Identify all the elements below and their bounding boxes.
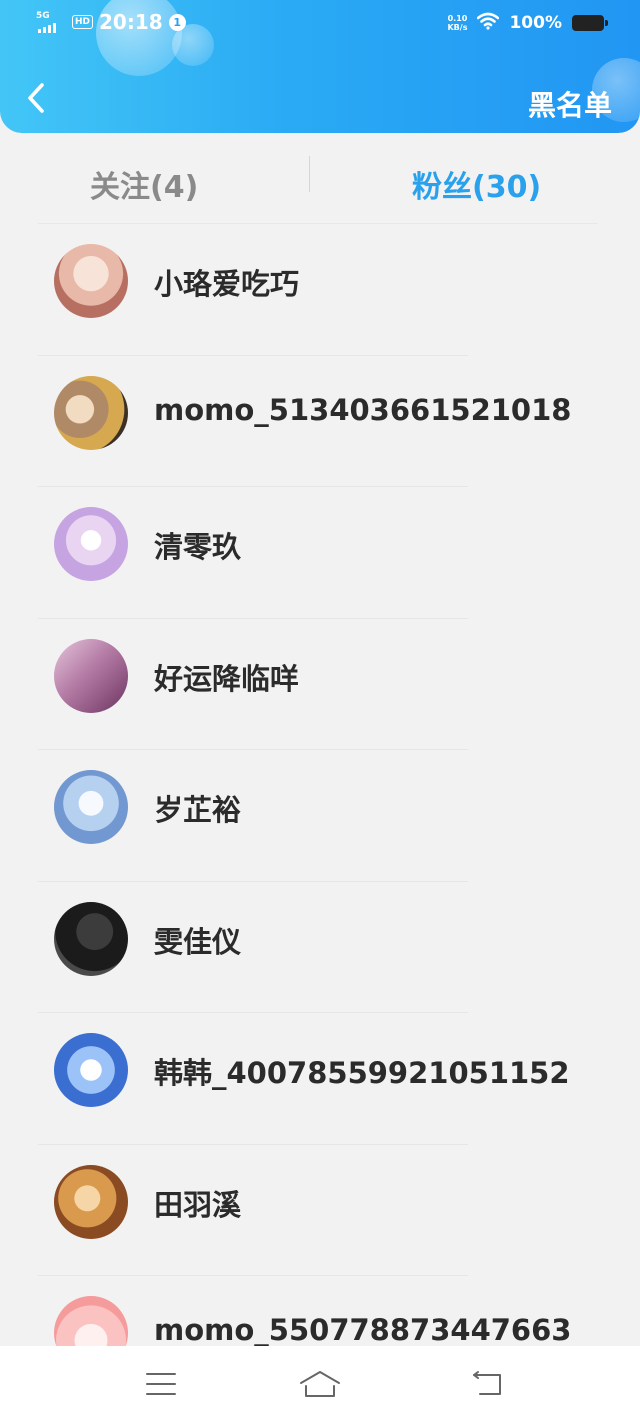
net-speed: 0.10 KB/s bbox=[447, 14, 467, 32]
user-name: momo_513403661521018 bbox=[154, 392, 572, 427]
user-name: 岁芷裕 bbox=[154, 793, 242, 827]
avatar[interactable] bbox=[54, 244, 128, 318]
avatar[interactable] bbox=[54, 638, 128, 713]
system-nav-bar bbox=[0, 1346, 640, 1422]
avatar[interactable] bbox=[54, 507, 128, 581]
avatar[interactable] bbox=[54, 1296, 128, 1346]
list-item[interactable]: 雯佳仪 bbox=[0, 882, 640, 1014]
list-item[interactable]: 韩韩_40078559921051152 bbox=[0, 1013, 640, 1145]
tab-following[interactable]: 关注(4) bbox=[90, 162, 198, 206]
recent-apps-button[interactable] bbox=[138, 1366, 184, 1402]
avatar[interactable] bbox=[54, 375, 128, 450]
avatar[interactable] bbox=[54, 901, 128, 976]
user-name: 雯佳仪 bbox=[154, 924, 242, 959]
tab-fans[interactable]: 粉丝(30) bbox=[412, 162, 541, 206]
user-name: 小珞爱吃巧 bbox=[154, 267, 300, 301]
status-bar: 5G HD 20:18 1 0.10 KB/s 100% bbox=[0, 0, 640, 50]
notification-count-badge: 1 bbox=[168, 13, 186, 31]
user-name: 韩韩_40078559921051152 bbox=[154, 1056, 570, 1090]
list-item[interactable]: 田羽溪 bbox=[0, 1145, 640, 1277]
hd-badge: HD bbox=[72, 15, 94, 29]
user-name: 好运降临咩 bbox=[154, 661, 300, 696]
menu-icon bbox=[146, 1373, 176, 1395]
signal-icon: 5G bbox=[36, 11, 66, 33]
battery-percent: 100% bbox=[509, 13, 562, 33]
home-button[interactable] bbox=[297, 1366, 343, 1402]
net-speed-value: 0.10 bbox=[447, 14, 468, 23]
header: 5G HD 20:18 1 0.10 KB/s 100% 黑名单 bbox=[0, 0, 640, 133]
list-item[interactable]: 小珞爱吃巧 bbox=[0, 224, 640, 356]
wifi-icon bbox=[477, 12, 500, 34]
list-item[interactable]: 岁芷裕 bbox=[0, 750, 640, 882]
back-icon bbox=[473, 1371, 501, 1395]
user-name: 清零玖 bbox=[154, 530, 242, 564]
clock: 20:18 bbox=[99, 10, 163, 34]
list-item[interactable]: momo_550778873447663 bbox=[0, 1276, 640, 1346]
list-item[interactable]: 清零玖 bbox=[0, 487, 640, 619]
battery-icon bbox=[572, 15, 608, 31]
avatar[interactable] bbox=[54, 1033, 128, 1107]
user-name: 田羽溪 bbox=[154, 1187, 242, 1222]
list-item[interactable]: 好运降临咩 bbox=[0, 619, 640, 751]
chevron-left-icon bbox=[28, 83, 44, 113]
blacklist-button[interactable]: 黑名单 bbox=[528, 84, 612, 124]
network-type: 5G bbox=[36, 11, 50, 21]
list-item[interactable]: momo_513403661521018 bbox=[0, 356, 640, 488]
net-speed-unit: KB/s bbox=[447, 23, 468, 32]
tab-divider bbox=[309, 156, 310, 192]
back-button[interactable] bbox=[18, 78, 54, 118]
fans-list: 小珞爱吃巧 momo_513403661521018 清零玖 好运降临咩 岁芷裕… bbox=[0, 224, 640, 1346]
user-name: momo_550778873447663 bbox=[154, 1313, 572, 1346]
home-icon bbox=[300, 1371, 340, 1397]
avatar[interactable] bbox=[54, 1164, 128, 1239]
avatar[interactable] bbox=[54, 770, 128, 844]
follow-tabs: 关注(4) 粉丝(30) bbox=[0, 140, 640, 224]
system-back-button[interactable] bbox=[464, 1366, 510, 1402]
